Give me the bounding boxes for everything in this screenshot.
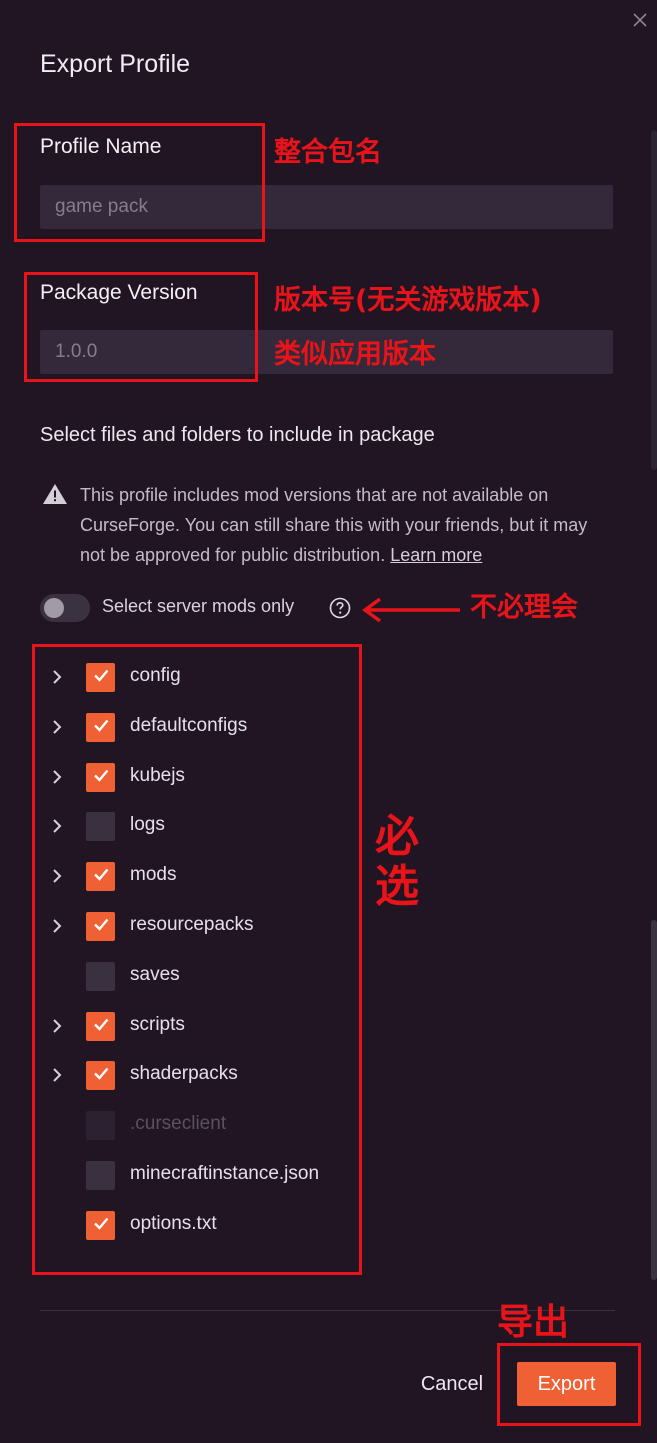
annotation-box-file-tree — [32, 644, 362, 1275]
files-section-heading: Select files and folders to include in p… — [40, 424, 435, 446]
annotation-box-export — [497, 1343, 641, 1426]
annotation-toggle: 不必理会 — [470, 592, 578, 623]
annotation-export: 导出 — [497, 1302, 570, 1343]
dialog-title: Export Profile — [40, 50, 191, 78]
scrollbar-track[interactable] — [651, 130, 657, 470]
learn-more-link[interactable]: Learn more — [390, 545, 482, 565]
annotation-box-package-version — [24, 272, 258, 382]
annotation-arrow-icon — [360, 596, 464, 624]
annotation-version-line2: 类似应用版本 — [274, 339, 436, 370]
help-circle-icon[interactable] — [328, 596, 352, 620]
close-icon[interactable] — [628, 8, 652, 32]
scrollbar-thumb[interactable] — [651, 920, 657, 1280]
server-mods-toggle-label: Select server mods only — [102, 596, 295, 616]
server-mods-toggle[interactable] — [40, 594, 90, 622]
cancel-button[interactable]: Cancel — [415, 1364, 489, 1404]
toggle-knob — [44, 598, 64, 618]
annotation-version-line1: 版本号(无关游戏版本) — [274, 285, 542, 316]
annotation-files: 必选 — [375, 811, 419, 912]
warning-triangle-icon — [42, 482, 68, 506]
annotation-profile-name: 整合包名 — [274, 137, 382, 168]
annotation-box-profile-name — [14, 123, 265, 242]
warning-message: This profile includes mod versions that … — [80, 480, 610, 570]
warning-text: This profile includes mod versions that … — [80, 485, 588, 565]
